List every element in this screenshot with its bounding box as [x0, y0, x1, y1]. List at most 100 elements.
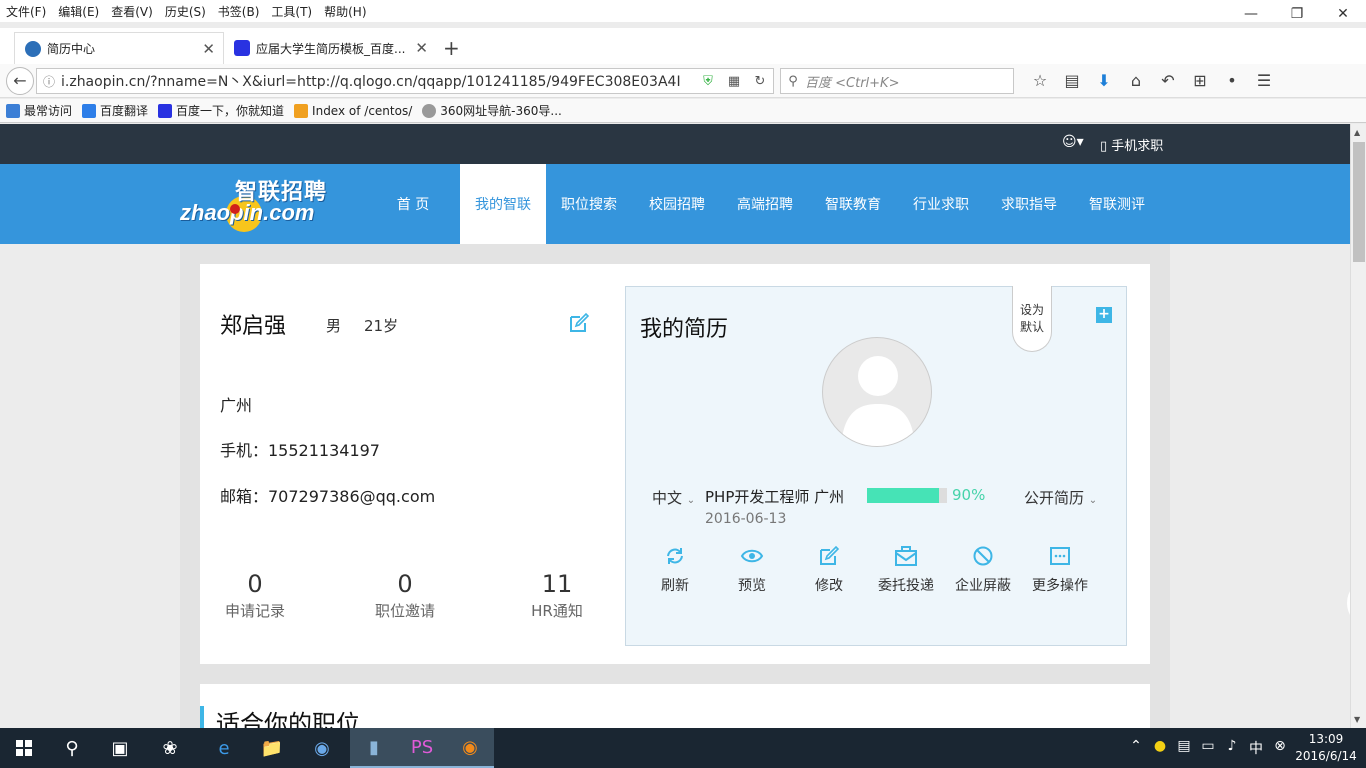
- bookmark-most-visited[interactable]: 最常访问: [6, 102, 72, 119]
- qr-code-icon[interactable]: ▦: [721, 74, 747, 89]
- mobile-jobs-link[interactable]: ▯ 手机求职: [1100, 135, 1163, 154]
- profile-age: 21岁: [364, 317, 399, 335]
- action-label: 修改: [815, 578, 843, 594]
- menu-help[interactable]: 帮助(H): [318, 3, 372, 20]
- baidu-favicon-icon: [234, 40, 250, 56]
- reading-list-icon[interactable]: ▤: [1056, 70, 1088, 92]
- nav-high-end[interactable]: 高端招聘: [730, 164, 800, 244]
- search-icon[interactable]: ⚲: [48, 728, 96, 768]
- toolbar-icons: ☆ ▤ ⬇ ⌂ ↶ ⊞ • ☰: [1024, 70, 1280, 92]
- resume-date: 2016-06-13: [705, 511, 787, 527]
- set-default-button[interactable]: 设为 默认: [1012, 286, 1052, 352]
- search-bar[interactable]: ⚲ 百度 <Ctrl+K>: [780, 68, 1014, 94]
- site-info-icon[interactable]: ⓘ: [37, 73, 61, 90]
- internet-explorer-icon[interactable]: e: [200, 728, 248, 768]
- nav-education[interactable]: 智联教育: [818, 164, 888, 244]
- show-hidden-icons-icon[interactable]: ⌃: [1124, 738, 1148, 758]
- back-button[interactable]: ←: [6, 67, 34, 95]
- download-icon[interactable]: ⬇: [1088, 70, 1120, 92]
- user-menu-icon[interactable]: ☺▾: [1062, 134, 1084, 150]
- eye-icon: [740, 549, 764, 563]
- scroll-down-icon[interactable]: ▼: [1354, 715, 1360, 724]
- menu-bookmarks[interactable]: 书签(B): [212, 3, 266, 20]
- menu-tools[interactable]: 工具(T): [265, 3, 318, 20]
- action-label: 刷新: [661, 578, 689, 594]
- bookmark-baidu[interactable]: 百度一下，你就知道: [158, 102, 284, 119]
- nav-guidance[interactable]: 求职指导: [994, 164, 1064, 244]
- volume-icon[interactable]: ♪: [1220, 738, 1244, 758]
- language-select[interactable]: 中文 ⌄: [652, 487, 695, 508]
- app-tray-icon[interactable]: ●: [1148, 738, 1172, 758]
- vertical-scrollbar[interactable]: ▲ ▼: [1350, 124, 1366, 728]
- translate-icon: [82, 103, 97, 118]
- bookmark-star-icon[interactable]: ☆: [1024, 70, 1056, 92]
- nav-my-zhaopin[interactable]: 我的智联: [460, 164, 546, 246]
- preview-action[interactable]: 预览: [717, 543, 787, 595]
- nav-industry[interactable]: 行业求职: [906, 164, 976, 244]
- close-window-button[interactable]: ✕: [1320, 0, 1366, 28]
- bookmark-centos[interactable]: Index of /centos/: [294, 103, 412, 118]
- tab-baidu[interactable]: 应届大学生简历模板_百度... ✕: [224, 32, 436, 64]
- edit-profile-icon[interactable]: [568, 312, 590, 334]
- add-resume-icon[interactable]: +: [1096, 307, 1112, 323]
- scroll-up-icon[interactable]: ▲: [1354, 128, 1360, 137]
- nav-assessment[interactable]: 智联测评: [1082, 164, 1152, 244]
- windows-start-icon[interactable]: [0, 728, 48, 768]
- block-companies-action[interactable]: 企业屏蔽: [948, 543, 1018, 595]
- clock-time: 13:09: [1308, 732, 1344, 746]
- section-accent-bar: [200, 706, 204, 728]
- nav-campus[interactable]: 校园招聘: [642, 164, 712, 244]
- task-view-icon[interactable]: ▣: [96, 728, 144, 768]
- menu-file[interactable]: 文件(F): [0, 3, 52, 20]
- menu-edit[interactable]: 编辑(E): [52, 3, 105, 20]
- resume-job-title[interactable]: PHP开发工程师 广州: [705, 486, 844, 507]
- nav-job-search[interactable]: 职位搜索: [554, 164, 624, 244]
- action-label: 企业屏蔽: [955, 578, 1011, 594]
- network-icon[interactable]: ▤: [1172, 738, 1196, 758]
- restore-button[interactable]: ❐: [1274, 0, 1320, 28]
- menu-view[interactable]: 查看(V): [105, 3, 159, 20]
- tab-title: 应届大学生简历模板_百度...: [256, 41, 406, 56]
- phpstorm-icon[interactable]: PS: [398, 728, 446, 768]
- stat-applications[interactable]: 0 申请记录: [200, 570, 310, 621]
- app-pinwheel-icon[interactable]: ❀: [146, 728, 194, 768]
- minimize-button[interactable]: —: [1228, 0, 1274, 28]
- stat-invitations[interactable]: 0 职位邀请: [350, 570, 460, 621]
- battery-icon[interactable]: ▭: [1196, 738, 1220, 758]
- shield-icon[interactable]: ⛨: [695, 74, 721, 89]
- firefox-icon[interactable]: ◉: [446, 728, 494, 768]
- url-bar[interactable]: ⓘ i.zhaopin.cn/?nname=N丶X&iurl=http://q.…: [36, 68, 774, 94]
- undo-icon[interactable]: ↶: [1152, 70, 1184, 92]
- ime-icon[interactable]: 中: [1244, 738, 1268, 758]
- reload-icon[interactable]: ↻: [747, 74, 773, 89]
- avatar[interactable]: [822, 337, 932, 447]
- visibility-select[interactable]: 公开简历 ⌄: [1024, 487, 1097, 508]
- hamburger-menu-icon[interactable]: ☰: [1248, 70, 1280, 92]
- delegate-action[interactable]: 委托投递: [871, 543, 941, 595]
- profile-card: 郑启强 男 21岁 广州 手机：15521134197 邮箱：707297386…: [200, 264, 1150, 664]
- close-tab-icon[interactable]: ✕: [415, 39, 428, 57]
- menu-history[interactable]: 历史(S): [159, 3, 212, 20]
- new-tab-button[interactable]: +: [443, 36, 460, 60]
- file-explorer-icon[interactable]: 📁: [248, 728, 296, 768]
- refresh-action[interactable]: 刷新: [640, 543, 710, 595]
- globe-icon: [422, 103, 437, 118]
- edit-action[interactable]: 修改: [794, 543, 864, 595]
- bookmark-360[interactable]: 360网址导航-360导...: [422, 102, 562, 119]
- taskbar-clock[interactable]: 13:09 2016/6/14: [1288, 731, 1364, 765]
- zhaopin-logo[interactable]: 智联招聘 zhaopin.com: [180, 174, 345, 234]
- more-actions[interactable]: 更多操作: [1025, 543, 1095, 595]
- home-icon[interactable]: ⌂: [1120, 70, 1152, 92]
- action-label: 更多操作: [1032, 578, 1088, 594]
- media-app-icon[interactable]: ▮: [350, 728, 398, 768]
- url-text[interactable]: i.zhaopin.cn/?nname=N丶X&iurl=http://q.ql…: [61, 71, 695, 91]
- bookmark-baidu-translate[interactable]: 百度翻译: [82, 102, 148, 119]
- nav-home[interactable]: 首 页: [378, 164, 448, 244]
- crop-icon[interactable]: ⊞: [1184, 70, 1216, 92]
- scrollbar-thumb[interactable]: [1353, 142, 1365, 262]
- tab-resume-center[interactable]: 简历中心 ✕: [14, 32, 224, 64]
- overflow-icon[interactable]: •: [1216, 70, 1248, 92]
- globe-app-icon[interactable]: ◉: [298, 728, 346, 768]
- stat-hr-notices[interactable]: 11 HR通知: [502, 570, 612, 621]
- close-tab-icon[interactable]: ✕: [202, 40, 215, 58]
